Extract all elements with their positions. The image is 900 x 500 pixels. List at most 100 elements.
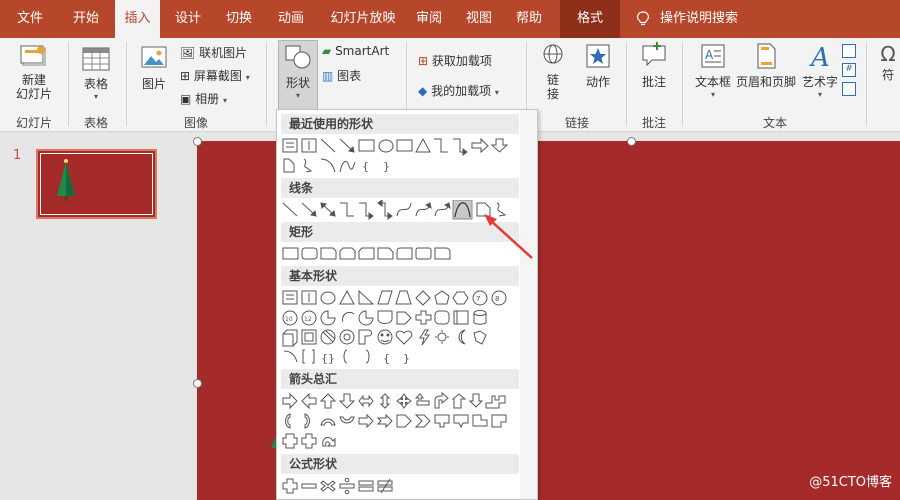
equation-shapes-icons[interactable] — [281, 476, 521, 496]
group-label-links: 链接 — [564, 116, 589, 130]
my-addins-label: 我的加载项 — [431, 84, 492, 98]
svg-text:10: 10 — [285, 316, 293, 323]
svg-text:}: } — [383, 160, 390, 173]
link-button[interactable]: 链 接 — [536, 42, 570, 112]
group-label-slides: 幻灯片 — [15, 116, 52, 130]
comment-label: 批注 — [641, 75, 666, 89]
header-footer-icon — [757, 43, 776, 69]
tab-design[interactable]: 设计 — [168, 0, 208, 38]
addins-icon: ◆ — [418, 84, 428, 98]
section-lines: 线条 — [281, 178, 519, 198]
date-time-icon[interactable] — [842, 44, 856, 58]
section-block-arrows: 箭头总汇 — [281, 369, 519, 389]
wordart-icon: A — [809, 43, 830, 73]
slide-number-icon[interactable]: # — [842, 63, 856, 77]
group-label-text: 文本 — [762, 116, 787, 130]
online-pictures-button[interactable]: 🖼 联机图片 — [180, 44, 247, 61]
header-footer-label: 页眉和页脚 — [736, 75, 797, 89]
wordart-label: 艺术字 — [801, 75, 838, 89]
table-button[interactable]: 表格 ▾ — [74, 42, 118, 112]
slide-thumbnail[interactable] — [36, 149, 157, 219]
svg-text:{: { — [362, 160, 369, 173]
symbol-label: 符 — [881, 68, 894, 82]
tab-format[interactable]: 格式 — [560, 0, 620, 38]
block-arrows-rows — [281, 391, 521, 451]
resize-handle-top-left[interactable] — [193, 137, 202, 146]
new-slide-icon — [20, 45, 46, 66]
screenshot-button[interactable]: ⊞ 屏幕截图 ▾ — [180, 67, 250, 84]
shapes-button[interactable]: 形状 ▾ — [278, 40, 318, 110]
tab-transitions[interactable]: 切换 — [218, 0, 260, 38]
recent-shapes-icons[interactable]: { } — [281, 136, 521, 176]
chart-label: 图表 — [337, 69, 362, 83]
watermark: @51CTO博客 — [809, 475, 892, 490]
header-footer-button[interactable]: 页眉和页脚 — [736, 42, 796, 112]
album-button[interactable]: ▣ 相册 ▾ — [180, 90, 227, 107]
smartart-button[interactable]: ▰ SmartArt — [322, 44, 389, 58]
my-addins-button[interactable]: ◆ 我的加载项 ▾ — [418, 82, 499, 99]
pictures-label: 图片 — [141, 77, 166, 91]
new-slide-label: 新建 幻灯片 — [15, 73, 52, 101]
slide-number: 1 — [13, 148, 22, 163]
group-label-images: 图像 — [183, 116, 208, 130]
svg-text:12: 12 — [304, 316, 312, 323]
comment-icon — [642, 42, 666, 67]
basic-shapes-rows: 7 8 10 12 {} {} — [281, 288, 521, 368]
tab-view[interactable]: 视图 — [458, 0, 500, 38]
group-label-comments: 批注 — [641, 116, 666, 130]
svg-text:}: } — [403, 352, 410, 365]
group-label-tables: 表格 — [83, 116, 108, 130]
block-arrows-icons[interactable] — [281, 391, 521, 451]
tab-animations[interactable]: 动画 — [270, 0, 312, 38]
svg-text:{}: {} — [321, 352, 335, 365]
section-equation-shapes: 公式形状 — [281, 454, 519, 474]
screenshot-icon: ⊞ — [180, 69, 191, 83]
svg-text:A: A — [809, 43, 830, 70]
album-icon: ▣ — [180, 92, 192, 106]
screenshot-label: 屏幕截图 — [193, 69, 242, 83]
get-addins-label: 获取加载项 — [431, 54, 492, 68]
link-icon — [543, 44, 563, 64]
textbox-button[interactable]: A 文本框 ▾ — [690, 42, 736, 112]
pictures-button[interactable]: 图片 — [134, 42, 174, 112]
new-slide-button[interactable]: 新建 幻灯片 — [8, 42, 60, 112]
online-pictures-label: 联机图片 — [199, 46, 248, 60]
omega-icon: Ω — [880, 42, 896, 66]
basic-shapes-icons[interactable]: 7 8 10 12 {} {} — [281, 288, 521, 368]
resize-handle-top-middle[interactable] — [627, 137, 636, 146]
get-addins-button[interactable]: ⊞ 获取加载项 — [418, 52, 492, 69]
shapes-label: 形状 — [285, 76, 310, 90]
shapes-icon — [285, 45, 311, 69]
text-small-buttons: # — [842, 44, 860, 108]
symbol-button[interactable]: Ω 符 — [876, 42, 900, 112]
svg-text:{: { — [383, 352, 390, 365]
thumbnail-content — [40, 153, 153, 215]
tab-review[interactable]: 审阅 — [408, 0, 450, 38]
smartart-icon: ▰ — [322, 44, 332, 58]
tell-me-search[interactable]: 操作说明搜索 — [660, 0, 738, 38]
online-pictures-icon: 🖼 — [180, 46, 196, 60]
recent-shapes-row: { } — [281, 136, 521, 173]
ribbon-tab-bar: 文件 开始 插入 设计 切换 动画 幻灯片放映 审阅 视图 帮助 格式 操作说明… — [0, 0, 900, 38]
dropdown-scrollbar[interactable] — [520, 110, 537, 499]
chevron-down-icon: ▾ — [223, 96, 228, 105]
tab-insert[interactable]: 插入 — [115, 0, 160, 38]
tab-home[interactable]: 开始 — [62, 0, 110, 38]
lightbulb-icon — [636, 11, 650, 26]
tab-help[interactable]: 帮助 — [508, 0, 550, 38]
resize-handle-middle-left[interactable] — [193, 379, 202, 388]
chart-button[interactable]: ▥ 图表 — [322, 67, 361, 84]
action-button[interactable]: 动作 — [578, 42, 618, 112]
wordart-button[interactable]: A 艺术字 ▾ — [798, 42, 842, 112]
picture-icon — [141, 46, 167, 68]
link-label: 链 接 — [546, 73, 559, 101]
object-icon[interactable] — [842, 82, 856, 96]
tab-file[interactable]: 文件 — [8, 0, 52, 38]
textbox-icon: A — [701, 44, 725, 68]
store-icon: ⊞ — [418, 54, 429, 68]
chart-icon: ▥ — [322, 69, 334, 83]
table-label: 表格 — [83, 77, 108, 91]
comment-button[interactable]: 批注 — [634, 42, 674, 112]
section-recent-shapes: 最近使用的形状 — [281, 114, 519, 134]
tab-slideshow[interactable]: 幻灯片放映 — [322, 0, 404, 38]
